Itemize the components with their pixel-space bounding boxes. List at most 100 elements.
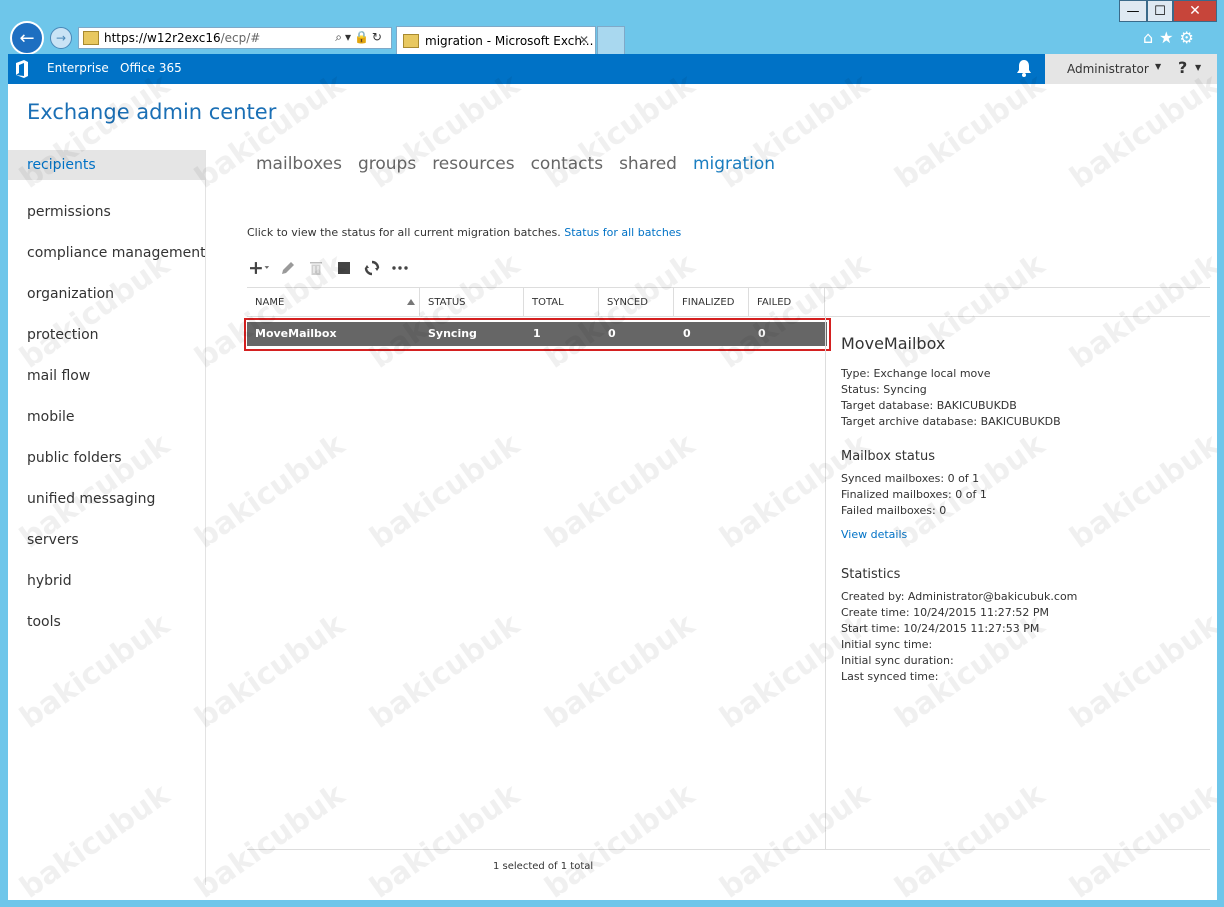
nav-item-protection[interactable]: protection bbox=[8, 314, 206, 355]
more-button[interactable] bbox=[390, 258, 410, 278]
enterprise-link[interactable]: Enterprise bbox=[47, 61, 109, 75]
browser-tab[interactable]: migration - Microsoft Exch... ✕ bbox=[396, 26, 596, 54]
selection-count: 1 selected of 1 total bbox=[493, 861, 594, 872]
watermark-text: bakicubuk bbox=[538, 607, 702, 736]
table-header: NAME STATUS TOTAL SYNCED FINALIZED FAILE… bbox=[247, 287, 827, 317]
tab-mailboxes[interactable]: mailboxes bbox=[256, 154, 342, 174]
nav-item-unified-messaging[interactable]: unified messaging bbox=[8, 478, 206, 519]
tab-resources[interactable]: resources bbox=[432, 154, 514, 174]
tab-migration[interactable]: migration bbox=[693, 154, 775, 174]
nav-item-tools[interactable]: tools bbox=[8, 601, 206, 642]
nav-divider bbox=[205, 150, 206, 885]
page: Enterprise Office 365 Administrator ▼ ? … bbox=[8, 54, 1217, 900]
delete-button[interactable] bbox=[306, 258, 326, 278]
new-tab-button[interactable] bbox=[597, 26, 625, 54]
column-header-name[interactable]: NAME bbox=[247, 288, 420, 317]
details-created-by: Created by: Administrator@bakicubuk.com bbox=[841, 590, 1078, 603]
user-name[interactable]: Administrator bbox=[1067, 62, 1149, 76]
minimize-button[interactable]: — bbox=[1119, 0, 1147, 22]
column-header-finalized[interactable]: FINALIZED bbox=[674, 288, 749, 317]
tab-shared[interactable]: shared bbox=[619, 154, 677, 174]
maximize-button[interactable]: ☐ bbox=[1147, 0, 1173, 22]
nav-item-compliance-management[interactable]: compliance management bbox=[8, 232, 206, 273]
help-icon[interactable]: ? bbox=[1178, 58, 1187, 77]
chevron-down-icon[interactable]: ▼ bbox=[1155, 62, 1161, 71]
help-chevron-down-icon[interactable]: ▼ bbox=[1195, 63, 1201, 72]
refresh-button[interactable] bbox=[362, 258, 382, 278]
user-menu[interactable]: Administrator ▼ ? ▼ bbox=[1045, 54, 1217, 84]
watermark-text: bakicubuk bbox=[888, 777, 1052, 900]
address-bar[interactable]: https://w12r2exc16 /ecp/# ⌕▾🔒↻ bbox=[78, 27, 392, 49]
watermark-text: bakicubuk bbox=[363, 607, 527, 736]
top-bar: Enterprise Office 365 Administrator ▼ ? … bbox=[8, 54, 1217, 84]
gear-icon[interactable]: ⚙ bbox=[1180, 28, 1200, 47]
tab-close-icon[interactable]: ✕ bbox=[579, 33, 589, 47]
office-logo-icon[interactable] bbox=[15, 60, 29, 78]
url-host: https://w12r2exc16 bbox=[104, 31, 221, 45]
tab-page-icon bbox=[403, 33, 419, 48]
watermark-text: bakicubuk bbox=[188, 607, 352, 736]
plus-icon bbox=[250, 262, 270, 274]
statistics-heading: Statistics bbox=[841, 567, 901, 582]
details-target-database: Target database: BAKICUBUKDB bbox=[841, 399, 1017, 412]
details-target-archive-database: Target archive database: BAKICUBUKDB bbox=[841, 415, 1061, 428]
refresh-icon bbox=[364, 260, 380, 276]
status-line-text: Click to view the status for all current… bbox=[247, 226, 561, 239]
watermark-text: bakicubuk bbox=[188, 67, 352, 196]
watermark-text: bakicubuk bbox=[363, 427, 527, 556]
edit-button[interactable] bbox=[278, 258, 298, 278]
column-header-total[interactable]: TOTAL bbox=[524, 288, 599, 317]
status-for-all-batches-link[interactable]: Status for all batches bbox=[564, 226, 681, 239]
address-tools-icon[interactable]: ⌕▾🔒↻ bbox=[335, 30, 385, 45]
column-header-status[interactable]: STATUS bbox=[420, 288, 524, 317]
details-finalized-mailboxes: Finalized mailboxes: 0 of 1 bbox=[841, 488, 987, 501]
details-divider bbox=[825, 317, 826, 849]
nav-item-public-folders[interactable]: public folders bbox=[8, 437, 206, 478]
table-header-details bbox=[825, 287, 1210, 317]
forward-button[interactable]: → bbox=[50, 27, 72, 49]
back-arrow-icon: ← bbox=[19, 27, 35, 49]
watermark-text: bakicubuk bbox=[1063, 67, 1217, 196]
stop-button[interactable] bbox=[334, 258, 354, 278]
nav-item-hybrid[interactable]: hybrid bbox=[8, 560, 206, 601]
pencil-icon bbox=[282, 262, 294, 274]
tab-title: migration - Microsoft Exch... bbox=[425, 33, 594, 48]
column-header-failed[interactable]: FAILED bbox=[749, 288, 825, 317]
details-type: Type: Exchange local move bbox=[841, 367, 991, 380]
close-window-button[interactable]: ✕ bbox=[1173, 0, 1217, 22]
notification-bell-icon[interactable] bbox=[1016, 59, 1032, 77]
forward-arrow-icon: → bbox=[55, 31, 67, 45]
trash-icon bbox=[310, 262, 322, 275]
nav-item-servers[interactable]: servers bbox=[8, 519, 206, 560]
nav-item-recipients[interactable]: recipients bbox=[8, 150, 206, 180]
office365-link[interactable]: Office 365 bbox=[120, 61, 182, 75]
new-button[interactable] bbox=[250, 258, 270, 278]
home-icon[interactable]: ⌂ bbox=[1143, 28, 1159, 47]
nav-item-permissions[interactable]: permissions bbox=[8, 191, 206, 232]
watermark-text: bakicubuk bbox=[538, 67, 702, 196]
selection-highlight-box bbox=[244, 318, 831, 351]
details-status: Status: Syncing bbox=[841, 383, 927, 396]
watermark-text: bakicubuk bbox=[888, 67, 1052, 196]
browser-chrome: — ☐ ✕ ← → https://w12r2exc16 /ecp/# ⌕▾🔒↻… bbox=[0, 0, 1224, 55]
column-header-label: TOTAL bbox=[532, 297, 564, 308]
watermark-text: bakicubuk bbox=[713, 777, 877, 900]
watermark-text: bakicubuk bbox=[1063, 777, 1217, 900]
details-start-time: Start time: 10/24/2015 11:27:53 PM bbox=[841, 622, 1040, 635]
watermark-text: bakicubuk bbox=[188, 777, 352, 900]
column-header-label: FAILED bbox=[757, 297, 792, 308]
column-header-synced[interactable]: SYNCED bbox=[599, 288, 674, 317]
tab-groups[interactable]: groups bbox=[358, 154, 416, 174]
details-initial-sync-duration: Initial sync duration: bbox=[841, 654, 954, 667]
mailbox-status-heading: Mailbox status bbox=[841, 449, 935, 464]
favorites-star-icon[interactable]: ★ bbox=[1159, 28, 1179, 47]
view-details-link[interactable]: View details bbox=[841, 528, 1201, 541]
watermark-text: bakicubuk bbox=[363, 777, 527, 900]
nav-item-organization[interactable]: organization bbox=[8, 273, 206, 314]
details-title: MoveMailbox bbox=[841, 334, 946, 353]
back-button[interactable]: ← bbox=[10, 21, 44, 55]
tab-contacts[interactable]: contacts bbox=[531, 154, 603, 174]
nav-item-mobile[interactable]: mobile bbox=[8, 396, 206, 437]
nav-item-mail-flow[interactable]: mail flow bbox=[8, 355, 206, 396]
page-icon bbox=[83, 31, 99, 45]
